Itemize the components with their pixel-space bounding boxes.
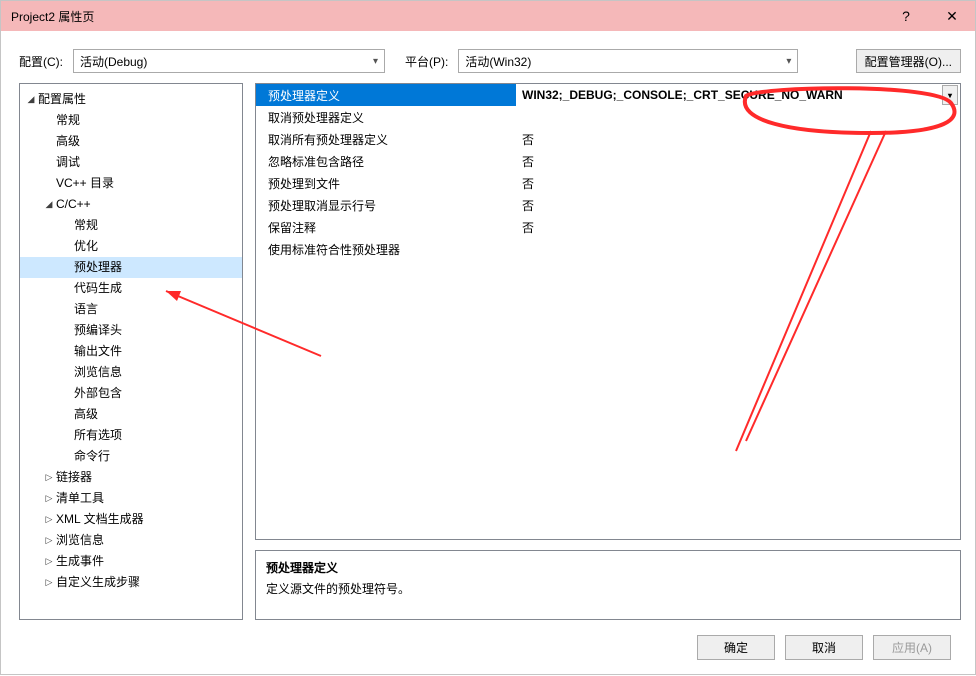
tree-item-cpp-browse[interactable]: 浏览信息 (20, 362, 242, 383)
grid-row[interactable]: 预处理到文件 否 (256, 172, 960, 194)
prop-name: 忽略标准包含路径 (268, 153, 364, 170)
prop-value: 否 (522, 131, 534, 148)
prop-name: 使用标准符合性预处理器 (268, 241, 400, 258)
tree-item-buildevents[interactable]: ▷生成事件 (20, 551, 242, 572)
grid-row[interactable]: 取消所有预处理器定义 否 (256, 128, 960, 150)
grid-row[interactable]: 使用标准符合性预处理器 (256, 238, 960, 260)
tree-item-general[interactable]: 常规 (20, 110, 242, 131)
prop-name: 取消所有预处理器定义 (268, 131, 388, 148)
tree-item-cpp-general[interactable]: 常规 (20, 215, 242, 236)
config-manager-button[interactable]: 配置管理器(O)... (856, 49, 961, 73)
tree-item-browseinfo[interactable]: ▷浏览信息 (20, 530, 242, 551)
chevron-down-icon: ▾ (786, 56, 791, 67)
tree-item-cpp-preprocessor[interactable]: 预处理器 (20, 257, 242, 278)
prop-name: 预处理到文件 (268, 175, 340, 192)
tree-item-xmldoc[interactable]: ▷XML 文档生成器 (20, 509, 242, 530)
tree-item-cpp-alloptions[interactable]: 所有选项 (20, 425, 242, 446)
tree-item-cpp-output[interactable]: 输出文件 (20, 341, 242, 362)
window-title: Project2 属性页 (11, 8, 883, 25)
tree-item-cpp-cmdline[interactable]: 命令行 (20, 446, 242, 467)
config-value: 活动(Debug) (80, 53, 147, 70)
dropdown-button[interactable]: ▾ (942, 85, 958, 105)
tree-item-vcdirs[interactable]: VC++ 目录 (20, 173, 242, 194)
grid-row-selected[interactable]: 预处理器定义 WIN32;_DEBUG;_CONSOLE;_CRT_SECURE… (256, 84, 960, 106)
ok-button[interactable]: 确定 (697, 635, 775, 660)
cancel-button[interactable]: 取消 (785, 635, 863, 660)
tree-item-cpp[interactable]: ◢C/C++ (20, 194, 242, 215)
prop-value: 否 (522, 175, 534, 192)
dialog-footer: 确定 取消 应用(A) (1, 620, 975, 674)
grid-row[interactable]: 忽略标准包含路径 否 (256, 150, 960, 172)
platform-label: 平台(P): (405, 53, 448, 70)
tree-item-debug[interactable]: 调试 (20, 152, 242, 173)
prop-name: 预处理器定义 (268, 87, 340, 104)
tree-item-advanced[interactable]: 高级 (20, 131, 242, 152)
grid-row[interactable]: 取消预处理器定义 (256, 106, 960, 128)
config-combobox[interactable]: 活动(Debug) ▾ (73, 49, 385, 73)
close-button[interactable]: ✕ (929, 1, 975, 31)
prop-name: 保留注释 (268, 219, 316, 236)
description-panel: 预处理器定义 定义源文件的预处理符号。 (255, 550, 961, 620)
config-toolbar: 配置(C): 活动(Debug) ▾ 平台(P): 活动(Win32) ▾ 配置… (1, 31, 975, 83)
description-title: 预处理器定义 (266, 559, 950, 576)
prop-value: 否 (522, 219, 534, 236)
tree-item-cpp-codegen[interactable]: 代码生成 (20, 278, 242, 299)
chevron-down-icon: ▾ (373, 56, 378, 67)
title-bar: Project2 属性页 ? ✕ (1, 1, 975, 31)
grid-row[interactable]: 预处理取消显示行号 否 (256, 194, 960, 216)
platform-value: 活动(Win32) (465, 53, 531, 70)
tree-item-cpp-language[interactable]: 语言 (20, 299, 242, 320)
property-grid[interactable]: 预处理器定义 WIN32;_DEBUG;_CONSOLE;_CRT_SECURE… (255, 83, 961, 540)
prop-name: 取消预处理器定义 (268, 109, 364, 126)
description-body: 定义源文件的预处理符号。 (266, 580, 950, 597)
prop-value: 否 (522, 197, 534, 214)
tree-root[interactable]: ◢配置属性 (20, 89, 242, 110)
help-button[interactable]: ? (883, 1, 929, 31)
tree-item-cpp-precomp[interactable]: 预编译头 (20, 320, 242, 341)
tree-item-cpp-extinclude[interactable]: 外部包含 (20, 383, 242, 404)
grid-row[interactable]: 保留注释 否 (256, 216, 960, 238)
prop-name: 预处理取消显示行号 (268, 197, 376, 214)
platform-combobox[interactable]: 活动(Win32) ▾ (458, 49, 798, 73)
tree-item-cpp-optimize[interactable]: 优化 (20, 236, 242, 257)
tree-item-manifest[interactable]: ▷清单工具 (20, 488, 242, 509)
prop-value: WIN32;_DEBUG;_CONSOLE;_CRT_SECURE_NO_WAR… (522, 88, 843, 102)
category-tree[interactable]: ◢配置属性 常规 高级 调试 VC++ 目录 ◢C/C++ 常规 优化 预处理器… (19, 83, 243, 620)
tree-item-cpp-advanced[interactable]: 高级 (20, 404, 242, 425)
config-label: 配置(C): (19, 53, 63, 70)
tree-item-custombuild[interactable]: ▷自定义生成步骤 (20, 572, 242, 593)
prop-value: 否 (522, 153, 534, 170)
tree-item-linker[interactable]: ▷链接器 (20, 467, 242, 488)
apply-button[interactable]: 应用(A) (873, 635, 951, 660)
